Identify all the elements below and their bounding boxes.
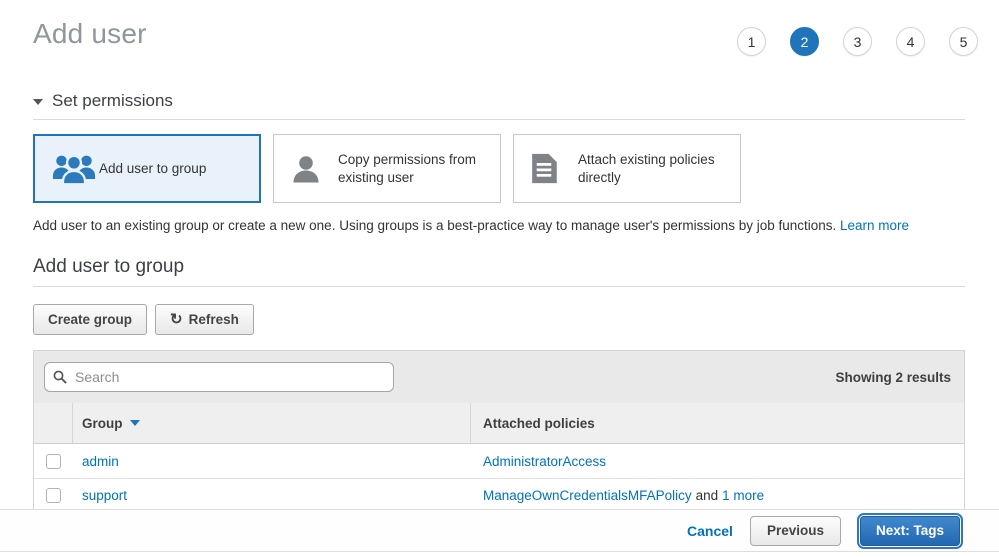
card-add-user-to-group[interactable]: Add user to group xyxy=(33,134,261,203)
create-group-button[interactable]: Create group xyxy=(33,304,147,335)
description-text: Add user to an existing group or create … xyxy=(33,218,836,233)
more-policies-link[interactable]: 1 more xyxy=(722,488,764,503)
card-label: Copy permissions from existing user xyxy=(338,151,490,186)
search-icon xyxy=(53,370,67,389)
and-text: and xyxy=(696,488,719,503)
add-user-to-group-title: Add user to group xyxy=(33,256,965,278)
row-checkbox-admin[interactable] xyxy=(46,454,61,469)
group-icon xyxy=(51,152,99,185)
results-count: Showing 2 results xyxy=(835,370,954,385)
divider xyxy=(33,286,965,287)
refresh-icon: ↻ xyxy=(170,312,183,327)
table-row: admin AdministratorAccess xyxy=(34,444,964,478)
document-icon xyxy=(530,153,578,184)
search-input[interactable] xyxy=(44,362,394,392)
table-header-row: Group Attached policies xyxy=(34,403,964,444)
divider xyxy=(33,119,965,120)
step-5[interactable]: 5 xyxy=(949,27,978,56)
header-checkbox-cell xyxy=(34,403,73,443)
table-row: support ManageOwnCredentialsMFAPolicy and… xyxy=(34,478,964,512)
next-tags-button[interactable]: Next: Tags xyxy=(860,516,960,546)
step-3[interactable]: 3 xyxy=(843,27,872,56)
permission-option-cards: Add user to group Copy permissions from … xyxy=(33,134,965,203)
step-1[interactable]: 1 xyxy=(737,27,766,56)
group-link-support[interactable]: support xyxy=(82,488,127,503)
column-header-policies: Attached policies xyxy=(471,416,964,431)
refresh-label: Refresh xyxy=(189,312,239,327)
policy-link[interactable]: AdministratorAccess xyxy=(483,454,606,469)
set-permissions-title: Set permissions xyxy=(52,91,173,111)
add-user-page: Add user 1 2 3 4 5 Set permissions xyxy=(0,0,999,513)
learn-more-link[interactable]: Learn more xyxy=(840,218,909,233)
step-4[interactable]: 4 xyxy=(896,27,925,56)
column-header-group[interactable]: Group xyxy=(73,403,471,443)
card-label: Add user to group xyxy=(99,160,206,178)
section-description: Add user to an existing group or create … xyxy=(33,218,965,233)
group-column-label: Group xyxy=(82,416,123,431)
card-label: Attach existing policies directly xyxy=(578,151,730,186)
policy-link[interactable]: ManageOwnCredentialsMFAPolicy xyxy=(483,488,692,503)
search-box xyxy=(44,362,394,392)
wizard-steps: 1 2 3 4 5 xyxy=(737,27,978,56)
refresh-button[interactable]: ↻ Refresh xyxy=(155,304,254,335)
page-title: Add user xyxy=(33,18,147,50)
user-icon xyxy=(290,153,338,185)
previous-button[interactable]: Previous xyxy=(750,516,841,546)
card-copy-permissions[interactable]: Copy permissions from existing user xyxy=(273,134,501,203)
group-toolbar: Create group ↻ Refresh xyxy=(33,304,965,335)
set-permissions-header[interactable]: Set permissions xyxy=(33,91,965,111)
page-header: Add user 1 2 3 4 5 xyxy=(33,18,965,56)
cancel-link[interactable]: Cancel xyxy=(687,523,733,539)
step-2-active[interactable]: 2 xyxy=(790,27,819,56)
table-controls: Showing 2 results xyxy=(34,351,964,403)
groups-table: Showing 2 results Group Attached policie… xyxy=(33,350,965,513)
sort-desc-icon xyxy=(130,420,140,426)
row-checkbox-support[interactable] xyxy=(46,488,61,503)
group-link-admin[interactable]: admin xyxy=(82,454,119,469)
collapse-triangle-icon xyxy=(33,99,43,105)
card-attach-policies[interactable]: Attach existing policies directly xyxy=(513,134,741,203)
wizard-footer: Cancel Previous Next: Tags xyxy=(0,509,999,552)
